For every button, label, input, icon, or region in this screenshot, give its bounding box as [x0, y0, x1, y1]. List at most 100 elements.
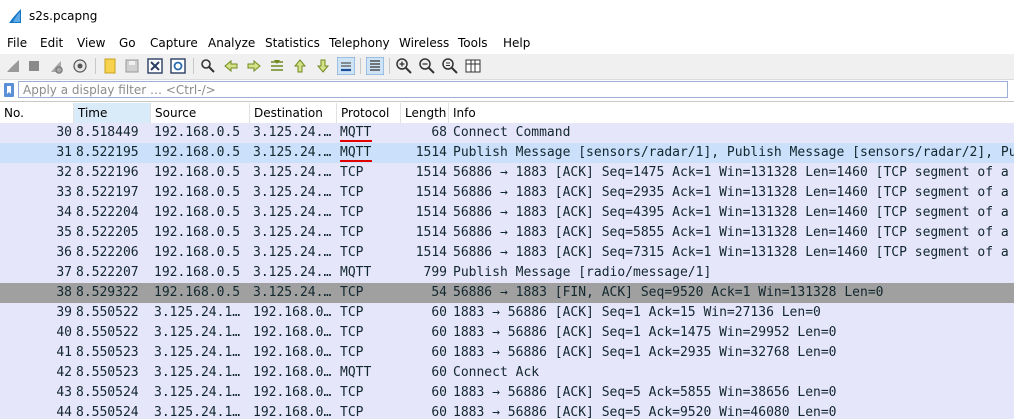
- menu-view[interactable]: View: [77, 35, 105, 51]
- go-forward-icon[interactable]: [245, 57, 263, 75]
- menu-file[interactable]: File: [7, 35, 27, 51]
- display-filter-input[interactable]: [18, 81, 1008, 98]
- cell-length: 1514: [415, 145, 447, 160]
- start-capture-icon[interactable]: [4, 57, 22, 75]
- menu-edit[interactable]: Edit: [40, 35, 63, 51]
- cell-time: 8.550523: [76, 365, 139, 380]
- menu-tools[interactable]: Tools: [458, 35, 488, 51]
- go-back-icon[interactable]: [222, 57, 240, 75]
- stop-capture-icon[interactable]: [25, 57, 43, 75]
- menu-bar: File Edit View Go Capture Analyze Statis…: [0, 32, 1014, 54]
- open-file-icon[interactable]: [101, 57, 119, 75]
- cell-source: 192.168.0.5: [154, 185, 241, 200]
- packet-row[interactable]: 31 8.522195 192.168.0.5 3.125.24.… MQTT 1514 P…: [0, 143, 1014, 163]
- cell-protocol: TCP: [340, 405, 364, 419]
- packet-list: 30 8.518449 192.168.0.5 3.125.24.… MQTT 68 Con…: [0, 123, 1014, 419]
- colorize-icon[interactable]: [366, 57, 384, 75]
- cell-source: 3.125.24.1…: [154, 405, 241, 419]
- cell-length: 60: [431, 325, 447, 340]
- main-toolbar: [0, 54, 1014, 80]
- packet-row[interactable]: 43 8.550524 3.125.24.1… 192.168.0… TCP 60 1883…: [0, 383, 1014, 403]
- column-header-time[interactable]: Time: [74, 103, 151, 123]
- packet-row[interactable]: 35 8.522205 192.168.0.5 3.125.24.… TCP 1514 56…: [0, 223, 1014, 243]
- annotation-underline: [340, 140, 372, 142]
- cell-info: Publish Message [sensors/radar/1], Publi…: [453, 145, 1014, 160]
- packet-row[interactable]: 44 8.550524 3.125.24.1… 192.168.0… TCP 60 1883…: [0, 403, 1014, 419]
- go-first-icon[interactable]: [291, 57, 309, 75]
- cell-time: 8.550522: [76, 325, 139, 340]
- cell-protocol: TCP: [340, 245, 364, 260]
- cell-source: 192.168.0.5: [154, 285, 241, 300]
- cell-source: 3.125.24.1…: [154, 325, 241, 340]
- cell-info: 1883 → 56886 [ACK] Seq=5 Ack=5855 Win=38…: [453, 385, 837, 400]
- column-header-destination[interactable]: Destination: [250, 103, 337, 123]
- cell-protocol: MQTT: [340, 365, 372, 380]
- menu-wireless[interactable]: Wireless: [399, 35, 449, 51]
- cell-info: 1883 → 56886 [ACK] Seq=5 Ack=9520 Win=46…: [453, 405, 837, 419]
- cell-length: 60: [431, 305, 447, 320]
- cell-destination: 3.125.24.…: [253, 145, 332, 160]
- cell-protocol: TCP: [340, 385, 364, 400]
- packet-row[interactable]: 38 8.529322 192.168.0.5 3.125.24.… TCP 54 5688…: [0, 283, 1014, 303]
- cell-destination: 3.125.24.…: [253, 285, 332, 300]
- cell-destination: 192.168.0…: [253, 345, 332, 360]
- cell-protocol: TCP: [340, 325, 364, 340]
- cell-info: 56886 → 1883 [ACK] Seq=1475 Ack=1 Win=13…: [453, 165, 1009, 180]
- capture-options-icon[interactable]: [71, 57, 89, 75]
- cell-no: 41: [56, 345, 72, 360]
- cell-protocol: TCP: [340, 185, 364, 200]
- column-header-length[interactable]: Length: [401, 103, 449, 123]
- toolbar-separator: [95, 58, 96, 74]
- packet-row[interactable]: 39 8.550522 3.125.24.1… 192.168.0… TCP 60 1883…: [0, 303, 1014, 323]
- cell-time: 8.522204: [76, 205, 139, 220]
- zoom-normal-icon[interactable]: [441, 57, 459, 75]
- find-packet-icon[interactable]: [199, 57, 217, 75]
- menu-help[interactable]: Help: [503, 35, 530, 51]
- menu-go[interactable]: Go: [119, 35, 136, 51]
- cell-length: 1514: [415, 205, 447, 220]
- autoscroll-icon[interactable]: [337, 57, 355, 75]
- restart-capture-icon[interactable]: [47, 57, 65, 75]
- zoom-in-icon[interactable]: [395, 57, 413, 75]
- toolbar-separator: [360, 58, 361, 74]
- cell-time: 8.518449: [76, 125, 139, 140]
- column-header-source[interactable]: Source: [151, 103, 250, 123]
- packet-row[interactable]: 36 8.522206 192.168.0.5 3.125.24.… TCP 1514 56…: [0, 243, 1014, 263]
- zoom-out-icon[interactable]: [418, 57, 436, 75]
- packet-row[interactable]: 42 8.550523 3.125.24.1… 192.168.0… MQTT 60 Con…: [0, 363, 1014, 383]
- column-header-info[interactable]: Info: [449, 103, 1014, 123]
- cell-destination: 3.125.24.…: [253, 245, 332, 260]
- column-header-no[interactable]: No.: [0, 103, 74, 123]
- cell-length: 799: [423, 265, 447, 280]
- reload-file-icon[interactable]: [169, 57, 187, 75]
- close-file-icon[interactable]: [146, 57, 164, 75]
- save-file-icon[interactable]: [123, 57, 141, 75]
- bookmark-icon[interactable]: [3, 83, 15, 97]
- menu-telephony[interactable]: Telephony: [329, 35, 390, 51]
- cell-info: 1883 → 56886 [ACK] Seq=1 Ack=2935 Win=32…: [453, 345, 837, 360]
- packet-row[interactable]: 41 8.550523 3.125.24.1… 192.168.0… TCP 60 1883…: [0, 343, 1014, 363]
- packet-row[interactable]: 34 8.522204 192.168.0.5 3.125.24.… TCP 1514 56…: [0, 203, 1014, 223]
- packet-row[interactable]: 37 8.522207 192.168.0.5 3.125.24.… MQTT 799 Pu…: [0, 263, 1014, 283]
- cell-no: 33: [56, 185, 72, 200]
- cell-protocol: TCP: [340, 285, 364, 300]
- menu-capture[interactable]: Capture: [150, 35, 198, 51]
- go-last-icon[interactable]: [314, 57, 332, 75]
- packet-row[interactable]: 40 8.550522 3.125.24.1… 192.168.0… TCP 60 1883…: [0, 323, 1014, 343]
- cell-no: 36: [56, 245, 72, 260]
- cell-destination: 3.125.24.…: [253, 225, 332, 240]
- cell-source: 3.125.24.1…: [154, 345, 241, 360]
- column-header-protocol[interactable]: Protocol: [337, 103, 401, 123]
- cell-time: 8.522207: [76, 265, 139, 280]
- cell-time: 8.529322: [76, 285, 139, 300]
- menu-analyze[interactable]: Analyze: [208, 35, 255, 51]
- packet-row[interactable]: 30 8.518449 192.168.0.5 3.125.24.… MQTT 68 Con…: [0, 123, 1014, 143]
- cell-length: 1514: [415, 165, 447, 180]
- cell-source: 192.168.0.5: [154, 245, 241, 260]
- resize-columns-icon[interactable]: [464, 57, 482, 75]
- menu-statistics[interactable]: Statistics: [265, 35, 320, 51]
- go-to-packet-icon[interactable]: [268, 57, 286, 75]
- cell-length: 1514: [415, 185, 447, 200]
- packet-row[interactable]: 32 8.522196 192.168.0.5 3.125.24.… TCP 1514 56…: [0, 163, 1014, 183]
- packet-row[interactable]: 33 8.522197 192.168.0.5 3.125.24.… TCP 1514 56…: [0, 183, 1014, 203]
